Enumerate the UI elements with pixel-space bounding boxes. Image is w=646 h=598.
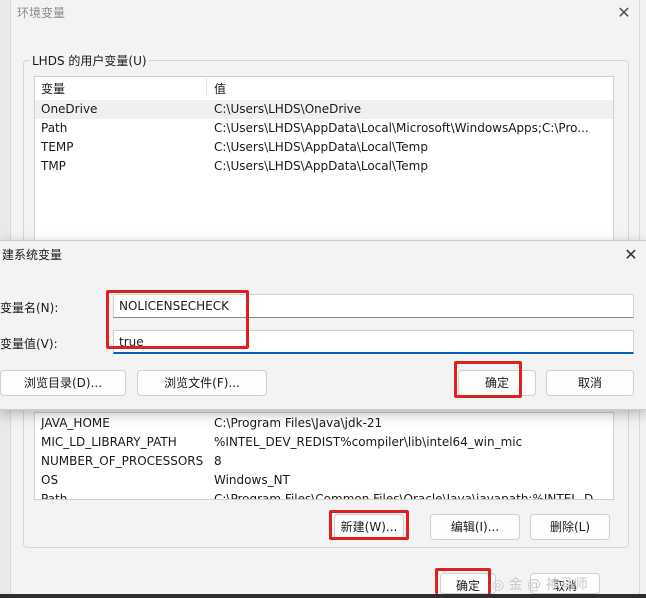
variable-value: C:\Users\LHDS\OneDrive bbox=[214, 102, 362, 116]
system-variables-list[interactable]: JAVA_HOME C:\Program Files\Java\jdk-21 M… bbox=[34, 412, 614, 500]
variable-name: Path bbox=[41, 492, 68, 500]
variable-value: %INTEL_DEV_REDIST%compiler\lib\intel64_w… bbox=[214, 435, 523, 449]
variable-name: NUMBER_OF_PROCESSORS bbox=[41, 454, 204, 468]
highlight-box bbox=[435, 568, 491, 594]
watermark: ◎ 金 @ 神马师 bbox=[492, 577, 588, 593]
variable-name: MIC_LD_LIBRARY_PATH bbox=[41, 435, 177, 449]
table-row[interactable]: TEMP C:\Users\LHDS\AppData\Local\Temp bbox=[35, 138, 613, 157]
column-header-variable[interactable]: 变量 bbox=[41, 80, 65, 99]
variable-name: OS bbox=[41, 473, 59, 487]
highlight-box bbox=[454, 361, 522, 398]
variable-value: C:\Program Files\Java\jdk-21 bbox=[214, 416, 383, 430]
close-icon[interactable]: ✕ bbox=[613, 2, 635, 24]
highlight-box bbox=[329, 510, 409, 540]
browse-file-button[interactable]: 浏览文件(F)... bbox=[137, 370, 267, 396]
edit-system-variable-button[interactable]: 编辑(I)... bbox=[430, 514, 520, 540]
variable-value: C:\Program Files\Common Files\Oracle\Jav… bbox=[214, 492, 605, 500]
variable-name: Path bbox=[41, 121, 68, 135]
list-header: 变量 值 bbox=[35, 80, 613, 99]
variable-name: OneDrive bbox=[41, 102, 98, 116]
variable-name: TMP bbox=[41, 159, 66, 173]
variable-name: TEMP bbox=[41, 140, 74, 154]
variable-value: C:\Users\LHDS\AppData\Local\Microsoft\Wi… bbox=[214, 121, 589, 135]
column-header-value[interactable]: 值 bbox=[214, 80, 614, 99]
user-variables-list[interactable]: 变量 值 OneDrive C:\Users\LHDS\OneDrive Pat… bbox=[34, 76, 614, 246]
table-row[interactable]: Path C:\Users\LHDS\AppData\Local\Microso… bbox=[35, 119, 613, 138]
table-row[interactable]: OneDrive C:\Users\LHDS\OneDrive bbox=[35, 100, 613, 119]
dialog-title: 建系统变量 bbox=[2, 248, 63, 262]
variable-value: Windows_NT bbox=[214, 473, 290, 487]
highlight-box bbox=[106, 290, 249, 349]
column-divider[interactable] bbox=[206, 78, 207, 96]
cancel-button[interactable]: 取消 bbox=[546, 370, 634, 396]
table-row[interactable]: MIC_LD_LIBRARY_PATH %INTEL_DEV_REDIST%co… bbox=[35, 433, 613, 452]
variable-value-label: 变量值(V): bbox=[0, 337, 58, 351]
dialog-title: 环境变量 bbox=[17, 6, 66, 20]
user-variables-label: LHDS 的用户变量(U) bbox=[30, 52, 149, 69]
variable-value: C:\Users\LHDS\AppData\Local\Temp bbox=[214, 140, 428, 154]
browse-directory-button[interactable]: 浏览目录(D)... bbox=[0, 370, 126, 396]
table-row[interactable]: NUMBER_OF_PROCESSORS 8 bbox=[35, 452, 613, 471]
delete-system-variable-button[interactable]: 删除(L) bbox=[530, 514, 610, 540]
table-row[interactable]: Path C:\Program Files\Common Files\Oracl… bbox=[35, 490, 613, 500]
table-row[interactable]: OS Windows_NT bbox=[35, 471, 613, 490]
close-icon[interactable]: ✕ bbox=[620, 244, 642, 266]
table-row[interactable]: JAVA_HOME C:\Program Files\Java\jdk-21 bbox=[35, 414, 613, 433]
variable-name-label: 变量名(N): bbox=[0, 301, 59, 315]
table-row[interactable]: TMP C:\Users\LHDS\AppData\Local\Temp bbox=[35, 157, 613, 176]
variable-name: JAVA_HOME bbox=[41, 416, 110, 430]
variable-value: 8 bbox=[214, 454, 222, 468]
variable-value: C:\Users\LHDS\AppData\Local\Temp bbox=[214, 159, 428, 173]
